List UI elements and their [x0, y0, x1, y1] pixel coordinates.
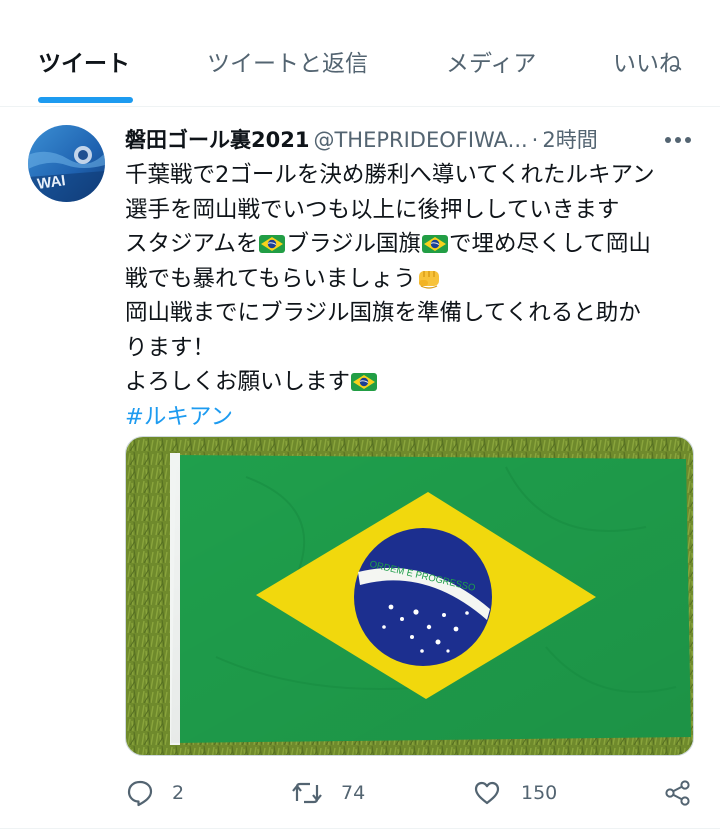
brazil-flag-icon	[351, 373, 378, 391]
like-icon	[474, 781, 500, 805]
divider	[0, 828, 720, 829]
tweet-line: スタジアムを ブラジル国旗 で埋め尽くして岡山	[125, 227, 700, 262]
like-button[interactable]: 150	[473, 776, 563, 810]
hashtag-link[interactable]: #ルキアン	[125, 404, 233, 430]
reply-count: 2	[172, 782, 185, 804]
fist-icon	[418, 270, 439, 289]
reply-icon	[127, 780, 153, 807]
like-count: 150	[521, 782, 558, 804]
tweet-text-segment: で埋め尽くして岡山	[449, 231, 651, 257]
tweet-line: #ルキアン	[125, 400, 700, 435]
reply-button[interactable]: 2	[126, 776, 196, 810]
user-handle[interactable]: @THEPRIDEOFIWA...	[313, 128, 527, 152]
avatar-image: WAI	[28, 125, 105, 202]
more-button[interactable]	[662, 126, 694, 154]
tweet-line: 千葉戦で2ゴールを決め勝利へ導いてくれたルキアン	[125, 162, 655, 188]
display-name[interactable]: 磐田ゴール裏2021	[125, 128, 309, 152]
tweet-text-segment: 戦でも暴れてもらいましょう	[125, 265, 416, 292]
tweet-text: 千葉戦で2ゴールを決め勝利へ導いてくれたルキアン 選手を岡山戦でいつも以上に後押…	[125, 158, 700, 434]
tab-tweets-and-replies[interactable]: ツイートと返信	[207, 44, 368, 78]
active-tab-indicator	[38, 97, 133, 103]
tab-media[interactable]: メディア	[446, 44, 536, 78]
tweet-line: 岡山戦までにブラジル国旗を準備してくれると助か	[125, 300, 641, 326]
profile-tabs: ツイート ツイートと返信 メディア いいね	[0, 0, 720, 107]
tweet-line: 戦でも暴れてもらいましょう	[125, 262, 700, 297]
tweet-line: よろしくお願いします	[125, 365, 700, 400]
share-button[interactable]	[664, 776, 694, 810]
tweet-text-segment: スタジアムを	[125, 231, 259, 257]
brazil-flag-photo: ORDEM E PROGRESSO	[126, 437, 693, 755]
tab-tweets[interactable]: ツイート	[38, 44, 130, 78]
more-icon	[665, 137, 691, 143]
share-icon	[665, 780, 690, 806]
tweet-time[interactable]: 2時間	[542, 128, 597, 152]
tweet-media-image[interactable]: ORDEM E PROGRESSO	[125, 436, 694, 756]
tweet-line: 選手を岡山戦でいつも以上に後押ししていきます	[125, 196, 620, 223]
avatar[interactable]: WAI	[28, 125, 105, 202]
retweet-icon	[292, 782, 322, 804]
brazil-flag-icon	[422, 235, 448, 253]
brazil-flag-icon	[259, 235, 286, 253]
retweet-count: 74	[341, 782, 366, 804]
tab-likes[interactable]: いいね	[613, 44, 682, 78]
tweet-header: 磐田ゴール裏2021 @THEPRIDEOFIWA... · 2時間	[125, 124, 695, 156]
tweet-text-segment: よろしくお願いします	[125, 369, 351, 395]
retweet-button[interactable]: 74	[291, 776, 381, 810]
tweet-line: ります！	[125, 334, 216, 361]
tweet-text-segment: ブラジル国旗	[286, 231, 421, 257]
separator-dot: ·	[531, 128, 539, 152]
